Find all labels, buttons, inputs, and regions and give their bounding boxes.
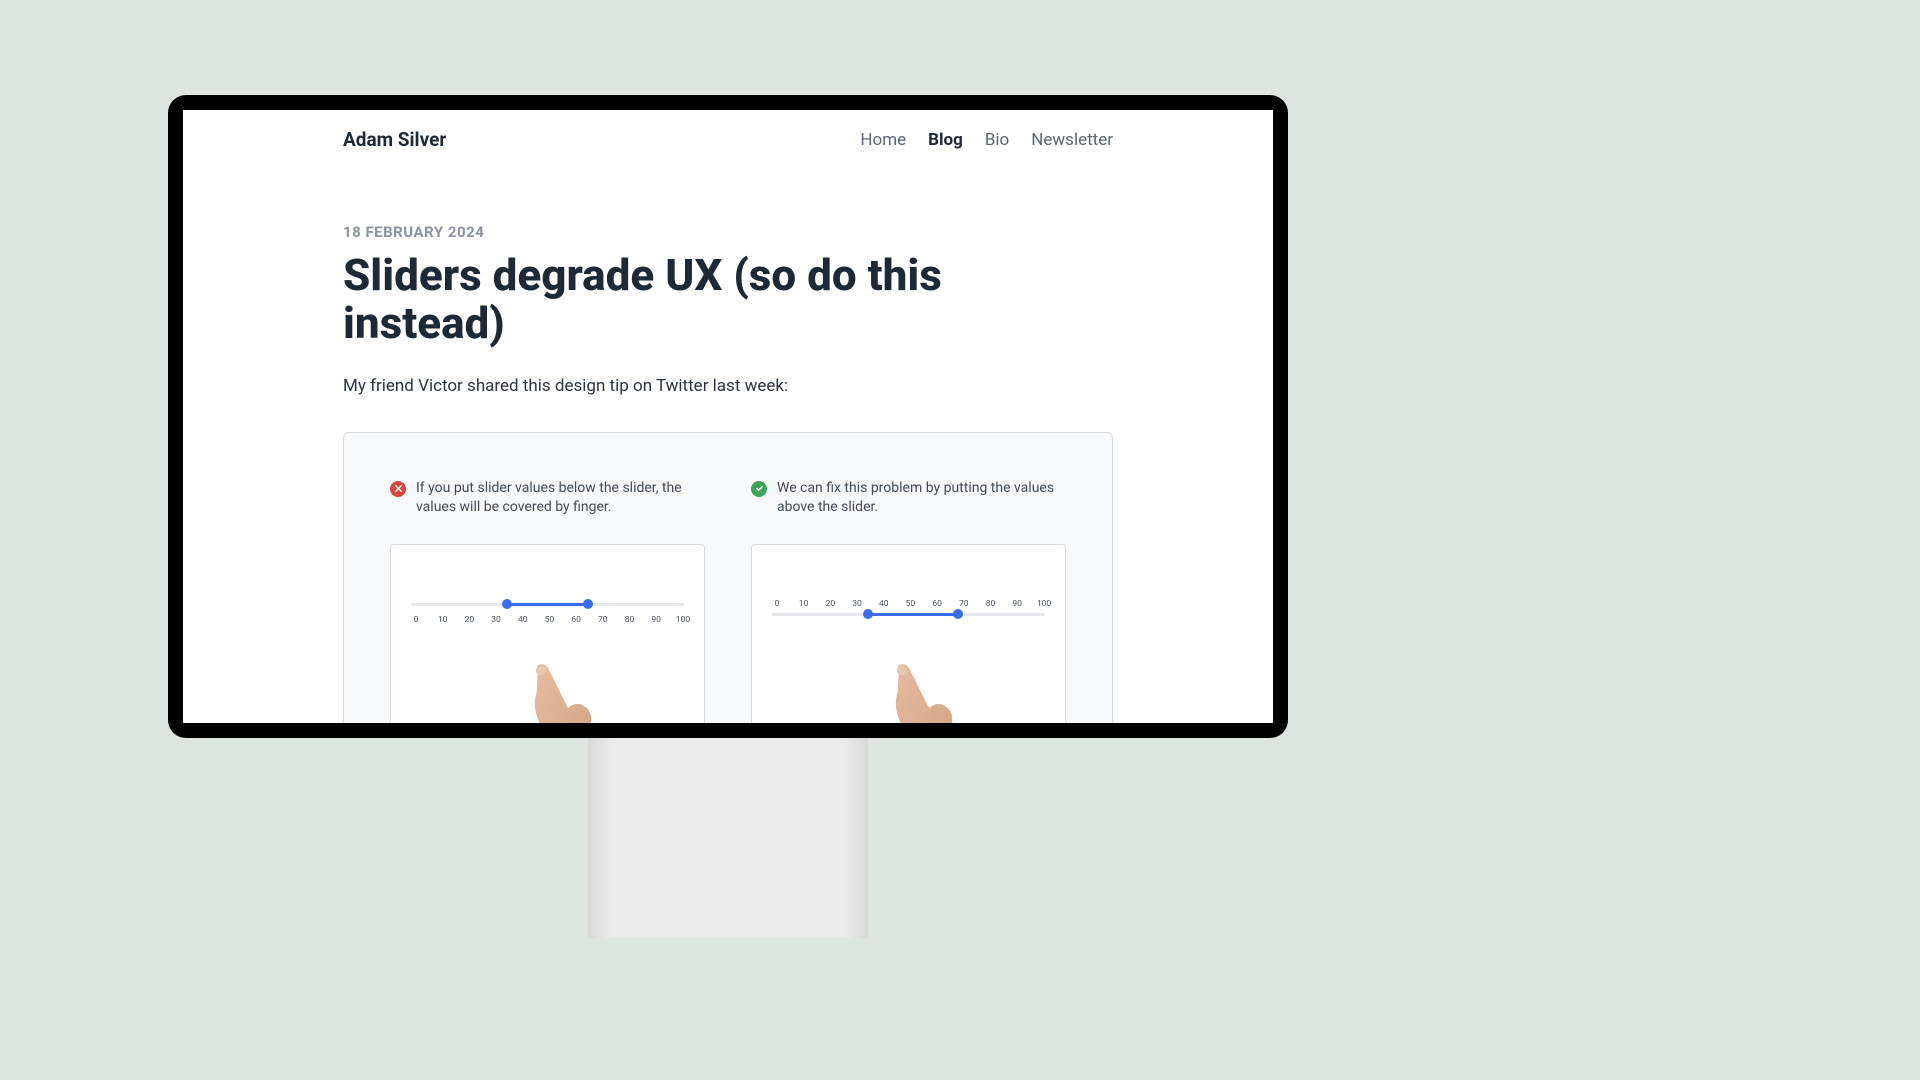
slider-rail (772, 613, 1045, 616)
slider-active-range (868, 613, 958, 616)
tick-label: 70 (596, 615, 610, 625)
site-header: Adam Silver Home Blog Bio Newsletter (343, 128, 1113, 151)
monitor-screen: Adam Silver Home Blog Bio Newsletter 18 … (183, 110, 1273, 723)
finger-icon (884, 663, 959, 723)
slider-thumb-start (502, 599, 512, 609)
monitor-stand (588, 738, 868, 938)
slider-rail (411, 603, 684, 606)
example-bad-header: If you put slider values below the slide… (390, 479, 705, 518)
tick-label: 100 (676, 615, 690, 625)
slider-thumb-start (863, 609, 873, 619)
tick-label: 90 (649, 615, 663, 625)
tick-label: 40 (877, 599, 891, 609)
tick-label: 30 (489, 615, 503, 625)
example-bad-column: If you put slider values below the slide… (390, 479, 705, 723)
slider-thumb-end (583, 599, 593, 609)
tick-label: 0 (770, 599, 784, 609)
article-title: Sliders degrade UX (so do this instead) (343, 251, 983, 348)
site-title[interactable]: Adam Silver (343, 128, 446, 151)
slider-active-range (507, 603, 589, 606)
example-card: If you put slider values below the slide… (343, 432, 1113, 723)
check-icon (751, 481, 767, 497)
tick-label: 30 (850, 599, 864, 609)
monitor-frame: Adam Silver Home Blog Bio Newsletter 18 … (168, 95, 1288, 738)
slider-example-good: 0 10 20 30 40 50 60 70 80 90 100 (751, 544, 1066, 723)
finger-icon (523, 663, 598, 723)
tick-label: 10 (797, 599, 811, 609)
example-good-column: We can fix this problem by putting the v… (751, 479, 1066, 723)
example-bad-text: If you put slider values below the slide… (416, 479, 705, 518)
tick-label: 20 (823, 599, 837, 609)
tick-label: 100 (1037, 599, 1051, 609)
tick-label: 50 (903, 599, 917, 609)
nav-bio[interactable]: Bio (985, 130, 1009, 150)
main-nav: Home Blog Bio Newsletter (860, 130, 1113, 150)
slider-thumb-end (953, 609, 963, 619)
tick-label: 20 (462, 615, 476, 625)
example-good-text: We can fix this problem by putting the v… (777, 479, 1066, 518)
nav-home[interactable]: Home (860, 130, 906, 150)
tick-label: 70 (957, 599, 971, 609)
slider-track: 0 10 20 30 40 50 60 70 80 90 100 (772, 613, 1045, 616)
article-date: 18 FEBRUARY 2024 (343, 223, 1113, 241)
tick-label: 60 (569, 615, 583, 625)
slider-track: 0 10 20 30 40 50 60 70 80 90 100 (411, 603, 684, 606)
tick-label: 50 (542, 615, 556, 625)
tick-label: 80 (984, 599, 998, 609)
tick-label: 90 (1010, 599, 1024, 609)
nav-blog[interactable]: Blog (928, 130, 963, 150)
slider-example-bad: 0 10 20 30 40 50 60 70 80 90 100 (390, 544, 705, 723)
tick-label: 80 (623, 615, 637, 625)
slider-tick-labels: 0 10 20 30 40 50 60 70 80 90 100 (772, 599, 1045, 609)
tick-label: 60 (930, 599, 944, 609)
cross-icon (390, 481, 406, 497)
page-content: Adam Silver Home Blog Bio Newsletter 18 … (183, 110, 1273, 723)
article-intro: My friend Victor shared this design tip … (343, 376, 1113, 396)
tick-label: 0 (409, 615, 423, 625)
tick-label: 40 (516, 615, 530, 625)
tick-label: 10 (436, 615, 450, 625)
slider-tick-labels: 0 10 20 30 40 50 60 70 80 90 100 (411, 615, 684, 625)
nav-newsletter[interactable]: Newsletter (1031, 130, 1113, 150)
example-good-header: We can fix this problem by putting the v… (751, 479, 1066, 518)
